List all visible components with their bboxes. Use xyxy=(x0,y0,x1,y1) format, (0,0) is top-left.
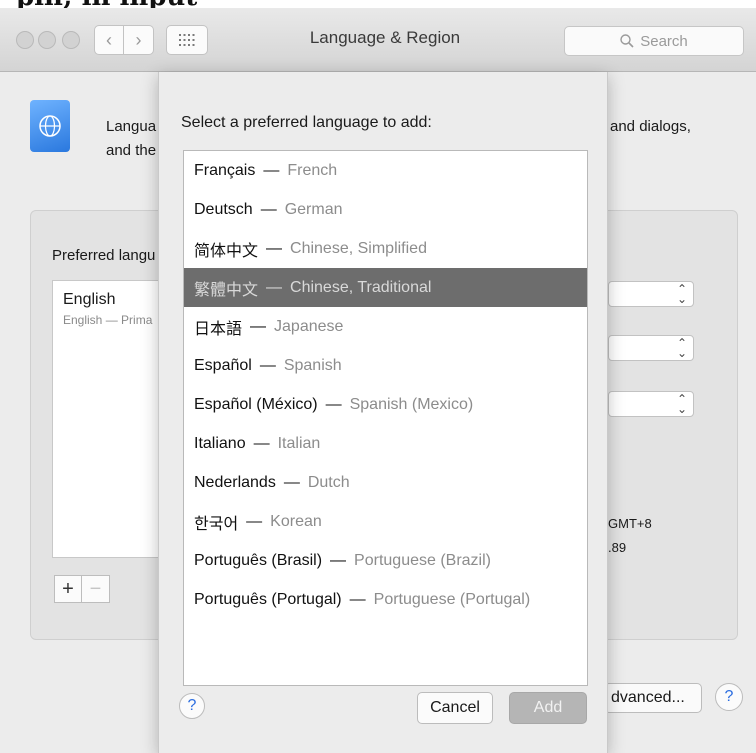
language-separator: — xyxy=(260,200,277,218)
minimize-button[interactable] xyxy=(38,31,56,49)
navigation-buttons: ‹ › xyxy=(94,25,154,55)
language-english-name: Chinese, Traditional xyxy=(290,278,432,296)
search-placeholder: Search xyxy=(640,32,688,50)
language-row[interactable]: Português (Portugal) — Portuguese (Portuga… xyxy=(184,580,587,619)
advanced-button[interactable]: dvanced... xyxy=(604,683,702,713)
sheet-prompt: Select a preferred language to add: xyxy=(181,114,432,131)
add-button[interactable]: Add xyxy=(509,692,587,724)
language-english-name: Spanish (Mexico) xyxy=(349,395,474,413)
language-row[interactable]: Deutsch — German xyxy=(184,190,587,229)
calendar-popup[interactable]: ⌃ ⌄ xyxy=(608,391,694,417)
language-row[interactable]: Italiano — Italian xyxy=(184,424,587,463)
pane-description-line1-end: and dialogs, xyxy=(610,118,691,135)
preferred-languages-label: Preferred langu xyxy=(52,247,156,264)
chevron-right-icon: › xyxy=(135,29,142,50)
language-separator: — xyxy=(349,590,366,608)
cancel-button[interactable]: Cancel xyxy=(417,692,493,724)
updown-arrows-icon: ⌃ ⌄ xyxy=(676,336,687,360)
language-native-name: Français xyxy=(194,161,256,179)
language-english-name: Portuguese (Portugal) xyxy=(373,590,531,608)
language-row[interactable]: Español (México) — Spanish (Mexico) xyxy=(184,385,587,424)
timezone-text: GMT+8 xyxy=(608,516,652,531)
first-day-popup[interactable]: ⌃ ⌄ xyxy=(608,335,694,361)
language-native-name: Español (México) xyxy=(194,395,318,413)
show-all-button[interactable] xyxy=(166,25,208,55)
language-english-name: German xyxy=(284,200,343,218)
language-native-name: Español xyxy=(194,356,252,374)
globe-icon xyxy=(39,115,61,137)
language-native-name: 繁體中文 xyxy=(194,281,259,299)
language-row[interactable]: 한국어 — Korean xyxy=(184,502,587,541)
language-row[interactable]: 繁體中文 — Chinese, Traditional xyxy=(184,268,587,307)
back-button[interactable]: ‹ xyxy=(94,25,124,55)
un-flag-icon xyxy=(30,100,70,152)
language-separator: — xyxy=(325,395,342,413)
pane-description-line1: Langua xyxy=(106,118,157,135)
language-native-name: 한국어 xyxy=(194,515,239,533)
language-separator: — xyxy=(283,473,300,491)
language-native-name: Nederlands xyxy=(194,473,276,491)
close-button[interactable] xyxy=(16,31,34,49)
add-language-button[interactable]: + xyxy=(54,575,82,603)
updown-arrows-icon: ⌃ ⌄ xyxy=(676,392,687,416)
zoom-button[interactable] xyxy=(62,31,80,49)
help-button[interactable]: ? xyxy=(715,683,743,711)
language-native-name: 简体中文 xyxy=(194,242,259,260)
language-english-name: Japanese xyxy=(274,317,344,335)
magnifier-icon xyxy=(620,34,634,48)
language-native-name: Português (Brasil) xyxy=(194,551,323,569)
language-english-name: French xyxy=(287,161,338,179)
language-english-name: Spanish xyxy=(283,356,342,374)
language-row[interactable]: 简体中文 — Chinese, Simplified xyxy=(184,229,587,268)
language-separator: — xyxy=(259,356,276,374)
preferred-language-subtitle: English — Prima xyxy=(63,313,153,327)
remove-language-button[interactable]: − xyxy=(82,575,110,603)
language-row[interactable]: 日本語 — Japanese xyxy=(184,307,587,346)
language-row[interactable]: Español — Spanish xyxy=(184,346,587,385)
window-titlebar: ‹ › Language & Region Search xyxy=(0,8,756,72)
language-separator: — xyxy=(263,161,280,179)
add-language-sheet: Select a preferred language to add: Fran… xyxy=(158,72,608,753)
language-row[interactable]: Nederlands — Dutch xyxy=(184,463,587,502)
page-caption: pin; in input xyxy=(0,0,756,8)
region-popup[interactable]: ⌃ ⌄ xyxy=(608,281,694,307)
number-sample-text: .89 xyxy=(608,540,627,555)
language-english-name: Italian xyxy=(277,434,321,452)
language-row[interactable]: Português (Brasil) — Portuguese (Brazil) xyxy=(184,541,587,580)
list-edit-buttons: + − xyxy=(54,575,110,603)
language-native-name: Português (Portugal) xyxy=(194,590,342,608)
language-row[interactable]: Français — French xyxy=(184,151,587,190)
language-native-name: 日本語 xyxy=(194,320,243,338)
language-separator: — xyxy=(330,551,347,569)
language-english-name: Korean xyxy=(270,512,322,530)
language-native-name: Italiano xyxy=(194,434,246,452)
forward-button[interactable]: › xyxy=(124,25,154,55)
preferred-languages-list[interactable]: English English — Prima xyxy=(52,280,162,558)
language-native-name: Deutsch xyxy=(194,200,253,218)
language-english-name: Dutch xyxy=(307,473,350,491)
language-separator: — xyxy=(266,239,283,257)
updown-arrows-icon: ⌃ ⌄ xyxy=(676,282,687,306)
language-english-name: Chinese, Simplified xyxy=(290,239,427,257)
language-english-name: Portuguese (Brazil) xyxy=(354,551,491,569)
window-title: Language & Region xyxy=(309,28,461,47)
preferred-language-title: English xyxy=(63,291,116,308)
language-list[interactable]: Français — French Deutsch — German 简体中文 — Chines… xyxy=(183,150,588,686)
language-separator: — xyxy=(253,434,270,452)
language-separator: — xyxy=(246,512,263,530)
search-input[interactable]: Search xyxy=(564,26,744,56)
language-separator: — xyxy=(250,317,267,335)
language-separator: — xyxy=(266,278,283,296)
grid-icon xyxy=(179,34,195,46)
pane-description-line2: and the xyxy=(106,142,157,159)
chevron-left-icon: ‹ xyxy=(106,29,112,50)
sheet-help-button[interactable]: ? xyxy=(179,693,205,719)
